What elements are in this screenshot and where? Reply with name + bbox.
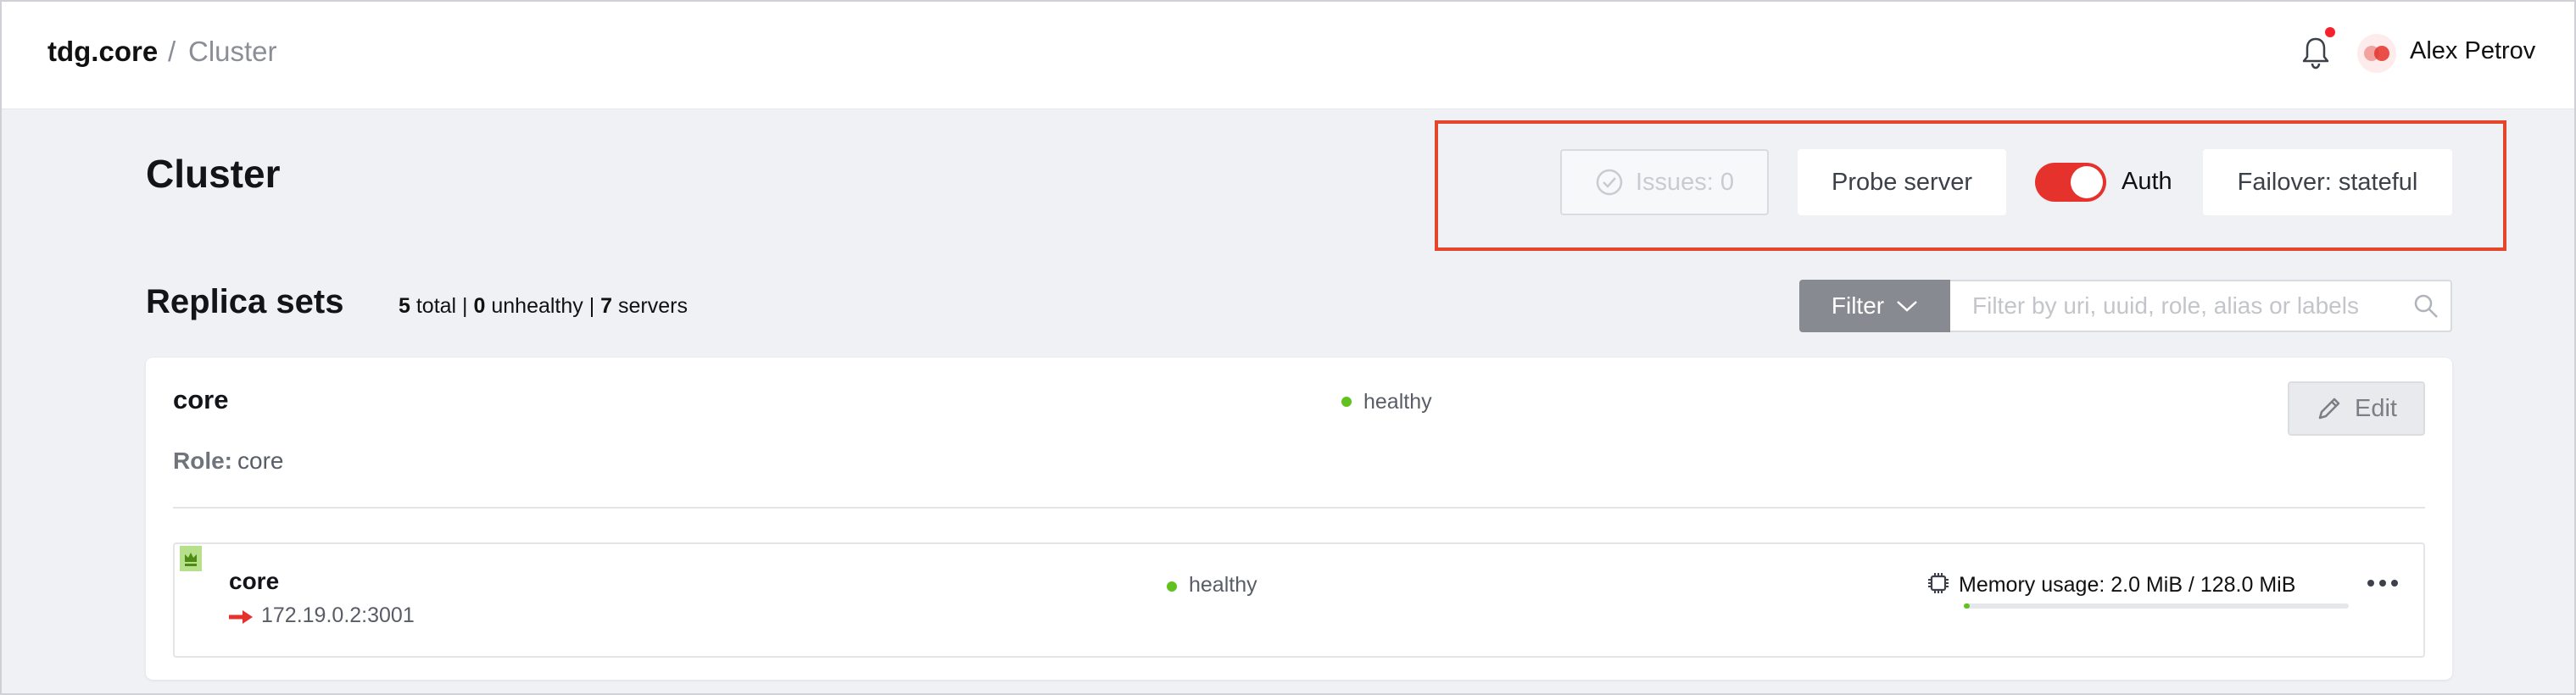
server-name: core — [229, 568, 280, 594]
memory-usage-bar — [1964, 603, 2349, 609]
bell-icon[interactable] — [2301, 36, 2330, 70]
failover-button[interactable]: Failover: stateful — [2203, 149, 2452, 215]
edit-label: Edit — [2355, 394, 2397, 422]
crown-icon — [180, 546, 202, 571]
server-uri: 172.19.0.2:3001 — [261, 603, 415, 627]
unhealthy-label: unhealthy — [485, 294, 583, 318]
auth-toggle[interactable] — [2035, 163, 2106, 202]
replicaset-status-dot — [1341, 397, 1352, 407]
servers-count: 7 — [600, 294, 613, 318]
auth-toggle-knob — [2071, 166, 2103, 198]
search-icon — [2414, 294, 2438, 318]
summary-divider: | — [456, 294, 474, 318]
page-title: Cluster — [146, 152, 281, 196]
notification-dot — [2325, 27, 2335, 37]
issues-label: Issues: 0 — [1635, 168, 1735, 196]
filter-label: Filter — [1831, 292, 1885, 319]
auth-label: Auth — [2122, 168, 2172, 195]
issues-button[interactable]: Issues: 0 — [1560, 149, 1769, 215]
server-status: healthy — [1189, 573, 1257, 597]
role-value: core — [237, 448, 284, 474]
breadcrumb-separator: / — [168, 36, 176, 67]
pencil-icon — [2318, 398, 2340, 420]
filter-input[interactable] — [1950, 280, 2452, 332]
avatar-icon[interactable] — [2356, 34, 2398, 73]
top-bar: tdg.core / Cluster Alex Petrov — [2, 2, 2574, 109]
breadcrumb-page: Cluster — [188, 36, 277, 67]
unhealthy-count: 0 — [473, 294, 486, 318]
chevron-down-icon — [1897, 301, 1917, 312]
memory-usage-label: Memory usage: 2.0 MiB / 128.0 MiB — [1959, 573, 2296, 597]
edit-button[interactable]: Edit — [2288, 381, 2425, 436]
summary-divider: | — [583, 294, 601, 318]
check-circle-icon — [1596, 169, 1623, 196]
replica-sets-title: Replica sets — [146, 283, 344, 320]
server-row[interactable]: core 172.19.0.2:3001 healthy Memory usag… — [173, 542, 2425, 658]
replicaset-name: core — [173, 385, 229, 414]
server-status-dot — [1167, 581, 1177, 592]
total-count: 5 — [399, 294, 410, 318]
user-name[interactable]: Alex Petrov — [2410, 37, 2535, 65]
replicaset-status: healthy — [1363, 390, 1432, 414]
arrow-right-icon — [229, 610, 253, 624]
replicaset-card: core healthy Edit Role: core core 172.19… — [146, 358, 2452, 680]
role-label: Role: — [173, 448, 232, 474]
probe-server-button[interactable]: Probe server — [1798, 149, 2006, 215]
filter-button[interactable]: Filter — [1799, 280, 1950, 332]
more-icon[interactable] — [2367, 576, 2398, 590]
servers-label: servers — [612, 294, 688, 318]
replica-sets-summary: 5 total | 0 unhealthy | 7 servers — [399, 294, 688, 319]
memory-usage-fill — [1964, 603, 1971, 609]
chip-icon — [1928, 573, 1949, 593]
total-label: total — [410, 294, 457, 318]
card-divider — [173, 507, 2425, 509]
breadcrumb-app[interactable]: tdg.core — [47, 36, 158, 68]
